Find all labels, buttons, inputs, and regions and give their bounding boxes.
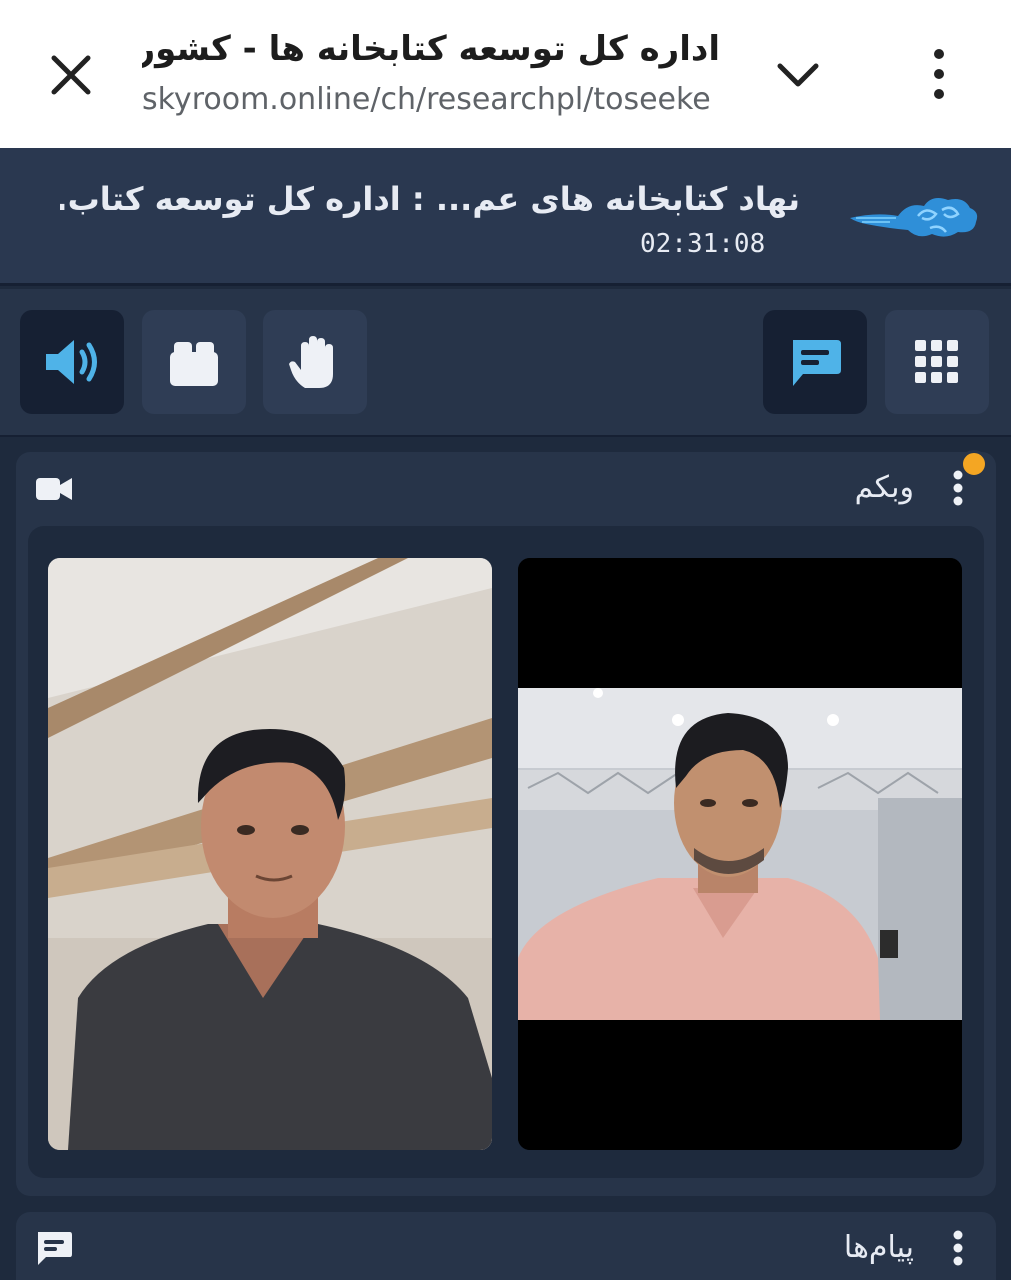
webcam-panel-title: وبکم	[854, 470, 914, 505]
more-vert-icon[interactable]	[948, 1228, 968, 1268]
session-timer: 02:31:08	[640, 229, 766, 259]
skyroom-logo	[850, 198, 978, 237]
video-grid	[28, 526, 984, 1178]
notification-dot	[960, 450, 988, 478]
volume-icon	[46, 340, 97, 384]
video-tile-participant-1[interactable]	[48, 558, 492, 1150]
folder-icon	[170, 342, 218, 386]
layout-button[interactable]	[142, 310, 246, 414]
messages-panel: پیام‌ها	[16, 1212, 996, 1280]
page-title: اداره کل توسعه کتابخانه ها - کشور	[142, 29, 720, 69]
chat-icon	[793, 340, 841, 386]
chevron-down-icon[interactable]	[770, 52, 826, 100]
toolbar	[0, 289, 1011, 437]
room-header: نهاد کتابخانه های عم... : اداره کل توسعه…	[0, 148, 1011, 286]
messages-panel-header: پیام‌ها	[16, 1212, 996, 1280]
messages-panel-title: پیام‌ها	[843, 1230, 914, 1265]
page-url[interactable]: skyroom.online/ch/researchpl/toseeke	[142, 78, 722, 122]
more-vert-icon[interactable]	[918, 44, 960, 104]
webcam-panel-header: وبکم	[16, 452, 996, 524]
apps-button[interactable]	[885, 310, 989, 414]
raise-hand-button[interactable]	[263, 310, 367, 414]
participant-video	[518, 558, 962, 1150]
browser-bar: اداره کل توسعه کتابخانه ها - کشور skyroo…	[0, 0, 1011, 148]
chat-icon	[38, 1232, 72, 1265]
video-tile-participant-2[interactable]	[518, 558, 962, 1150]
chat-button[interactable]	[763, 310, 867, 414]
video-camera-icon	[36, 478, 72, 500]
hand-icon	[289, 336, 333, 388]
speaker-button[interactable]	[20, 310, 124, 414]
room-title: نهاد کتابخانه های عم... : اداره کل توسعه…	[60, 180, 800, 218]
grid-icon	[915, 340, 958, 383]
close-icon[interactable]	[44, 48, 98, 102]
webcam-panel: وبکم	[16, 452, 996, 1196]
participant-video	[48, 558, 492, 1150]
